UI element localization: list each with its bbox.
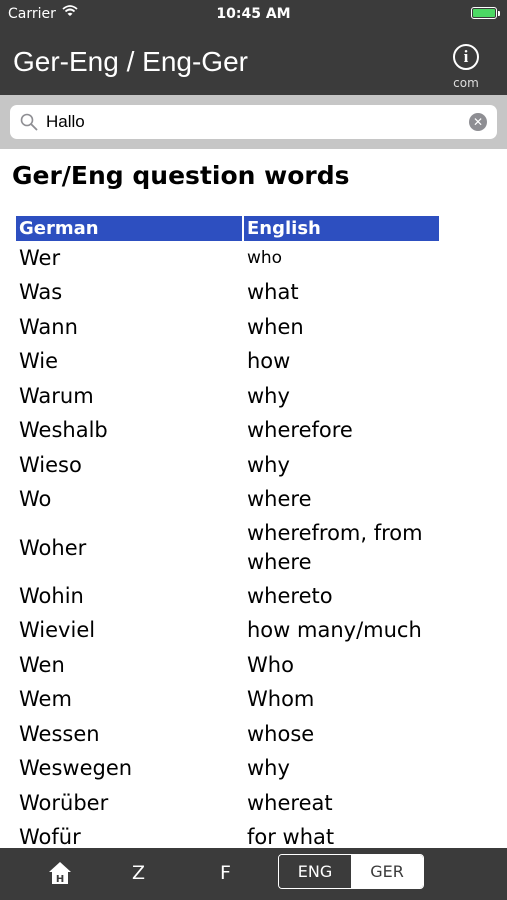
german-word: Weswegen [19, 756, 133, 781]
german-word: Wo [19, 487, 52, 512]
table-row: Wen Who [16, 648, 439, 683]
search-input[interactable] [46, 111, 446, 133]
german-word: Worüber [19, 790, 109, 815]
status-time: 10:45 AM [216, 6, 291, 22]
column-header-english: English [244, 216, 439, 241]
home-icon[interactable]: H [47, 860, 73, 886]
english-word: why [247, 756, 290, 781]
column-header-german: German [16, 216, 242, 241]
english-word: when [247, 314, 304, 339]
english-word: whereat [247, 790, 333, 815]
english-word: Whom [247, 687, 315, 712]
segment-eng[interactable]: ENG [279, 855, 351, 888]
tab-z-button[interactable]: Z [132, 862, 145, 884]
english-word: Who [247, 652, 294, 677]
english-word: why [247, 452, 290, 477]
german-word: Wessen [19, 721, 100, 746]
battery-icon [471, 7, 500, 19]
english-word: wherefrom, from where [247, 521, 423, 574]
table-header-row: German English [16, 216, 439, 241]
english-word: how [247, 349, 291, 374]
table-row: Was what [16, 276, 439, 311]
german-word: Weshalb [19, 418, 108, 443]
table-row: Weswegen why [16, 752, 439, 787]
table-row: Wofür for what [16, 821, 439, 848]
german-word: Wohin [19, 583, 84, 608]
info-subtitle: com [453, 76, 479, 90]
table-row: Weshalb wherefore [16, 414, 439, 449]
english-word: who [247, 247, 283, 268]
tab-bar: H Z F ENG GER [0, 848, 507, 900]
english-word: where [247, 487, 312, 512]
german-word: Was [19, 280, 63, 305]
german-word: Wem [19, 687, 72, 712]
table-row: Wem Whom [16, 683, 439, 718]
nav-bar: Ger-Eng / Eng-Ger i com [0, 28, 507, 95]
table-row: Warum why [16, 379, 439, 414]
clear-search-icon[interactable]: ✕ [469, 113, 487, 131]
table-row: Worüber whereat [16, 786, 439, 821]
question-words-table: German English Wer who Was what Wann when Wie h… [14, 216, 441, 848]
search-icon [20, 113, 38, 131]
german-word: Wieso [19, 452, 82, 477]
app-title: Ger-Eng / Eng-Ger [13, 46, 248, 77]
table-row: Wie how [16, 345, 439, 380]
search-field[interactable]: ✕ [10, 105, 497, 139]
german-word: Wofür [19, 825, 81, 848]
search-bar: ✕ [0, 95, 507, 149]
table-row: Wohin whereto [16, 579, 439, 614]
german-word: Warum [19, 383, 94, 408]
english-word: for what [247, 825, 335, 848]
german-word: Wann [19, 314, 78, 339]
language-segmented-control[interactable]: ENG GER [278, 854, 424, 889]
english-word: how many/much [247, 618, 422, 643]
segment-ger[interactable]: GER [351, 855, 423, 888]
table-row: Wer who [16, 241, 439, 276]
german-word: Wie [19, 349, 59, 374]
table-row: Wieviel how many/much [16, 614, 439, 649]
svg-text:H: H [56, 874, 64, 885]
german-word: Wer [19, 245, 61, 270]
german-word: Wen [19, 652, 65, 677]
info-button[interactable]: i com [449, 44, 493, 94]
tab-f-button[interactable]: F [220, 862, 231, 884]
page-heading: Ger/Eng question words [12, 161, 350, 190]
table-row: Wo where [16, 483, 439, 518]
english-word: wherefore [247, 418, 353, 443]
table-row: Wessen whose [16, 717, 439, 752]
english-word: whereto [247, 583, 333, 608]
english-word: what [247, 280, 299, 305]
table-row: Wieso why [16, 448, 439, 483]
table-row: Woher wherefrom, from where [16, 517, 439, 579]
german-word: Woher [19, 535, 87, 560]
content-area[interactable]: Ger/Eng question words German English We… [0, 149, 507, 848]
english-word: why [247, 383, 290, 408]
table-row: Wann when [16, 310, 439, 345]
english-word: whose [247, 721, 315, 746]
german-word: Wieviel [19, 618, 96, 643]
status-bar: Carrier 10:45 AM [0, 0, 507, 28]
info-icon: i [453, 44, 479, 70]
